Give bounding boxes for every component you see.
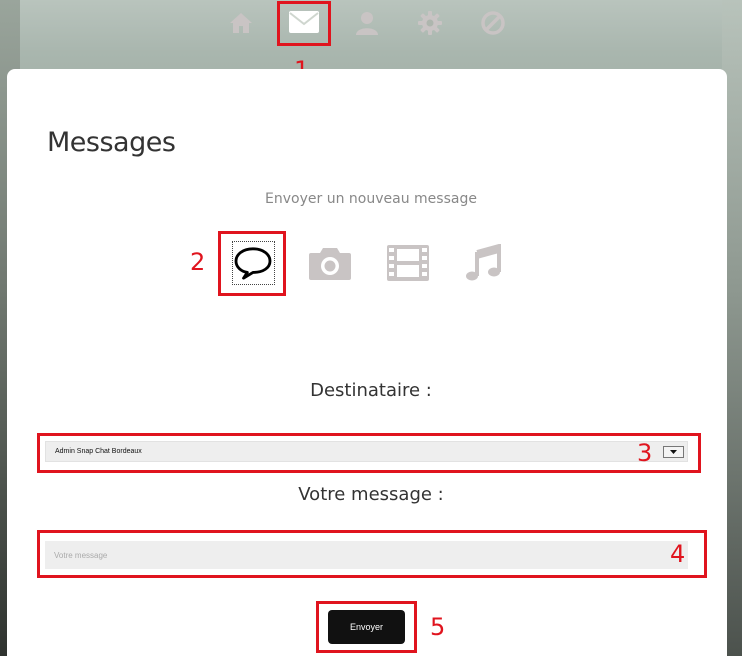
- music-note-icon[interactable]: [458, 238, 508, 288]
- annotation-number-5: 5: [430, 613, 446, 641]
- mail-icon[interactable]: [286, 4, 322, 40]
- top-navigation: [0, 0, 742, 60]
- gear-icon[interactable]: [413, 6, 447, 40]
- recipient-select-value: Admin Snap Chat Bordeaux: [55, 448, 142, 455]
- camera-icon[interactable]: [305, 238, 355, 288]
- recipient-label: Destinataire :: [310, 380, 432, 401]
- annotation-number-4: 4: [670, 540, 686, 568]
- annotation-number-2: 2: [190, 248, 206, 276]
- annotation-number-3: 3: [637, 439, 653, 467]
- message-input[interactable]: [45, 541, 688, 569]
- user-icon[interactable]: [350, 6, 384, 40]
- chevron-down-icon[interactable]: [663, 446, 684, 458]
- page-title: Messages: [47, 127, 176, 158]
- speech-bubble-icon[interactable]: [228, 238, 278, 288]
- message-label: Votre message :: [298, 484, 444, 505]
- page-subtitle: Envoyer un nouveau message: [265, 191, 477, 207]
- send-button[interactable]: Envoyer: [328, 610, 405, 644]
- recipient-select[interactable]: Admin Snap Chat Bordeaux: [45, 441, 688, 462]
- block-icon[interactable]: [476, 6, 510, 40]
- film-icon[interactable]: [383, 238, 433, 288]
- home-icon[interactable]: [224, 6, 258, 40]
- focus-ring: [232, 241, 275, 285]
